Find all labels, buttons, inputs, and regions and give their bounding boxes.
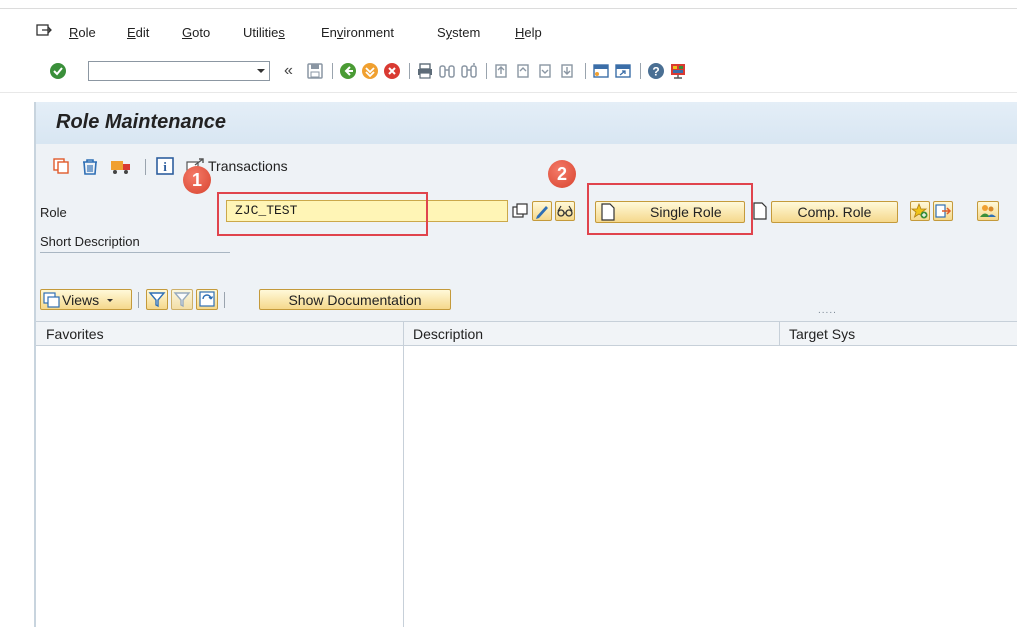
filter-button[interactable] xyxy=(146,289,168,310)
column-header-description[interactable]: Description xyxy=(403,321,779,346)
window-top-line xyxy=(0,8,1017,9)
display-role-button[interactable] xyxy=(555,201,575,221)
delete-filter-button[interactable] xyxy=(171,289,193,310)
command-dropdown-icon[interactable] xyxy=(253,61,269,81)
show-documentation-button[interactable]: Show Documentation xyxy=(259,289,451,310)
toolbar-separator xyxy=(138,292,139,308)
table-top-border xyxy=(36,321,1017,322)
customize-layout-icon[interactable] xyxy=(669,62,687,80)
document-icon xyxy=(753,202,767,220)
delete-trash-icon[interactable] xyxy=(80,157,100,175)
menu-bar: Role Edit Goto Utilities Environment Sys… xyxy=(0,0,1017,52)
page-title: Role Maintenance xyxy=(56,111,227,133)
menu-edit[interactable]: Edit xyxy=(127,25,149,40)
glasses-icon xyxy=(557,205,573,217)
menu-exit-icon[interactable] xyxy=(36,24,52,38)
toolbar-separator xyxy=(332,63,333,79)
enter-check-icon[interactable] xyxy=(49,62,67,80)
star-add-icon xyxy=(910,202,928,219)
short-description-underline xyxy=(40,252,230,253)
column-header-target-sys[interactable]: Target Sys xyxy=(779,321,1017,346)
information-icon[interactable]: i xyxy=(156,157,174,175)
column-divider xyxy=(779,321,780,346)
change-role-button[interactable] xyxy=(532,201,552,221)
splitter-grip[interactable]: ..... xyxy=(818,305,837,316)
toolbar-separator xyxy=(224,292,225,308)
back-icon[interactable] xyxy=(339,62,357,80)
menu-utilities[interactable]: Utilities xyxy=(243,25,285,40)
views-button[interactable]: Views xyxy=(40,289,132,310)
column-header-favorites[interactable]: Favorites xyxy=(36,321,403,346)
save-icon[interactable] xyxy=(306,62,324,80)
toolbar-separator xyxy=(486,63,487,79)
role-label: Role xyxy=(40,205,67,220)
menu-environment[interactable]: Environment xyxy=(321,25,394,40)
command-field[interactable] xyxy=(88,61,270,81)
svg-text:?: ? xyxy=(652,65,659,79)
column-divider xyxy=(403,321,404,627)
toolbar-separator xyxy=(640,63,641,79)
exit-icon[interactable] xyxy=(361,62,379,80)
toolbar-separator xyxy=(585,63,586,79)
display-change-icon[interactable] xyxy=(511,201,529,221)
highlight-box-role-input xyxy=(217,192,428,236)
transactions-button[interactable]: Transactions xyxy=(208,158,288,174)
short-description-label: Short Description xyxy=(40,234,140,249)
toolbar-separator xyxy=(145,159,146,175)
shortcut-icon[interactable] xyxy=(614,62,632,80)
users-icon xyxy=(980,205,996,217)
step-badge-2: 2 xyxy=(548,160,576,188)
user-assignment-button[interactable] xyxy=(977,201,999,221)
highlight-box-single-role xyxy=(587,183,753,235)
svg-text:i: i xyxy=(163,159,167,174)
collapse-command-icon[interactable]: « xyxy=(284,62,293,80)
refresh-button[interactable] xyxy=(196,289,218,310)
menu-role[interactable]: Role xyxy=(69,25,96,40)
add-favorite-button[interactable] xyxy=(910,201,930,221)
find-next-icon[interactable] xyxy=(460,62,478,80)
copy-role-icon[interactable] xyxy=(52,157,70,175)
views-icon xyxy=(43,291,60,308)
export-favorite-button[interactable] xyxy=(933,201,953,221)
find-icon[interactable] xyxy=(438,62,456,80)
cancel-icon[interactable] xyxy=(383,62,401,80)
pencil-icon xyxy=(536,206,548,219)
first-page-icon[interactable] xyxy=(493,62,511,80)
filter-delete-icon xyxy=(173,292,191,308)
filter-icon xyxy=(148,292,166,308)
create-session-icon[interactable] xyxy=(592,62,610,80)
refresh-icon xyxy=(199,291,215,307)
composite-role-button[interactable]: Comp. Role xyxy=(771,201,898,223)
composite-role-label: Comp. Role xyxy=(797,204,872,220)
transport-truck-icon[interactable] xyxy=(110,157,132,175)
step-badge-1: 1 xyxy=(183,166,211,194)
last-page-icon[interactable] xyxy=(559,62,577,80)
next-page-icon[interactable] xyxy=(537,62,555,80)
previous-page-icon[interactable] xyxy=(515,62,533,80)
chevron-down-icon xyxy=(107,298,114,302)
menu-system[interactable]: System xyxy=(437,25,480,40)
export-icon xyxy=(935,204,952,218)
toolbar-separator xyxy=(409,63,410,79)
menu-help[interactable]: Help xyxy=(515,25,542,40)
favorites-table xyxy=(36,321,1017,627)
print-icon[interactable] xyxy=(416,62,434,80)
help-icon[interactable]: ? xyxy=(647,62,665,80)
menu-goto[interactable]: Goto xyxy=(182,25,210,40)
